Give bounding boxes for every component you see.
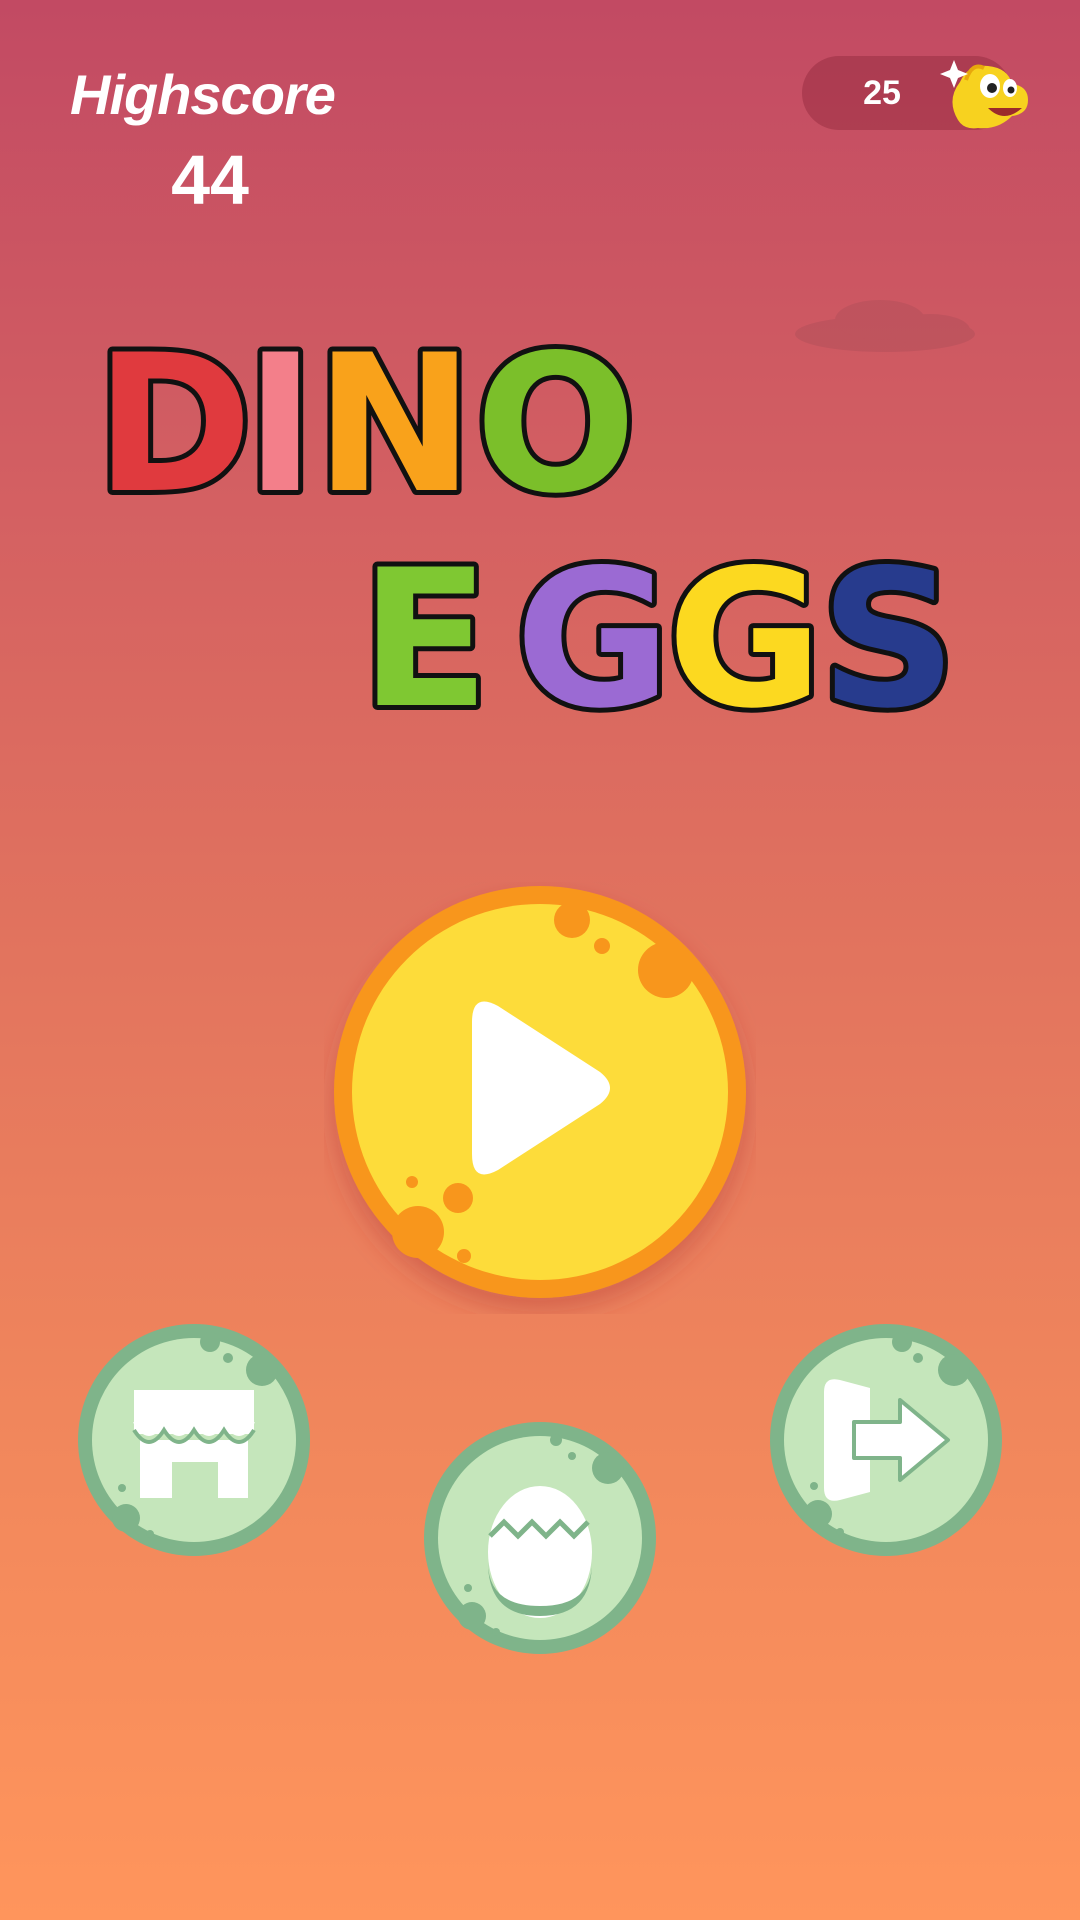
title-letter-i: I — [245, 320, 316, 535]
exit-button[interactable] — [768, 1322, 1004, 1558]
highscore-label: Highscore — [70, 63, 336, 126]
title-letter-s: S — [820, 529, 957, 740]
highscore-value: 44 — [171, 141, 249, 219]
shop-button[interactable] — [76, 1322, 312, 1558]
title-letter-g2: G — [667, 529, 823, 740]
dino-mascot-icon — [940, 60, 1028, 129]
title-letter-o: O — [475, 320, 637, 535]
game-title-logo: D I N O E G G S — [95, 320, 962, 740]
play-button[interactable] — [324, 882, 756, 1314]
title-letter-n: N — [315, 320, 474, 535]
title-letter-e: E — [360, 529, 490, 740]
title-letter-d: D — [95, 320, 253, 535]
title-letter-g1: G — [515, 529, 671, 740]
egg-icon — [488, 1486, 592, 1618]
eggs-button[interactable] — [422, 1420, 658, 1656]
